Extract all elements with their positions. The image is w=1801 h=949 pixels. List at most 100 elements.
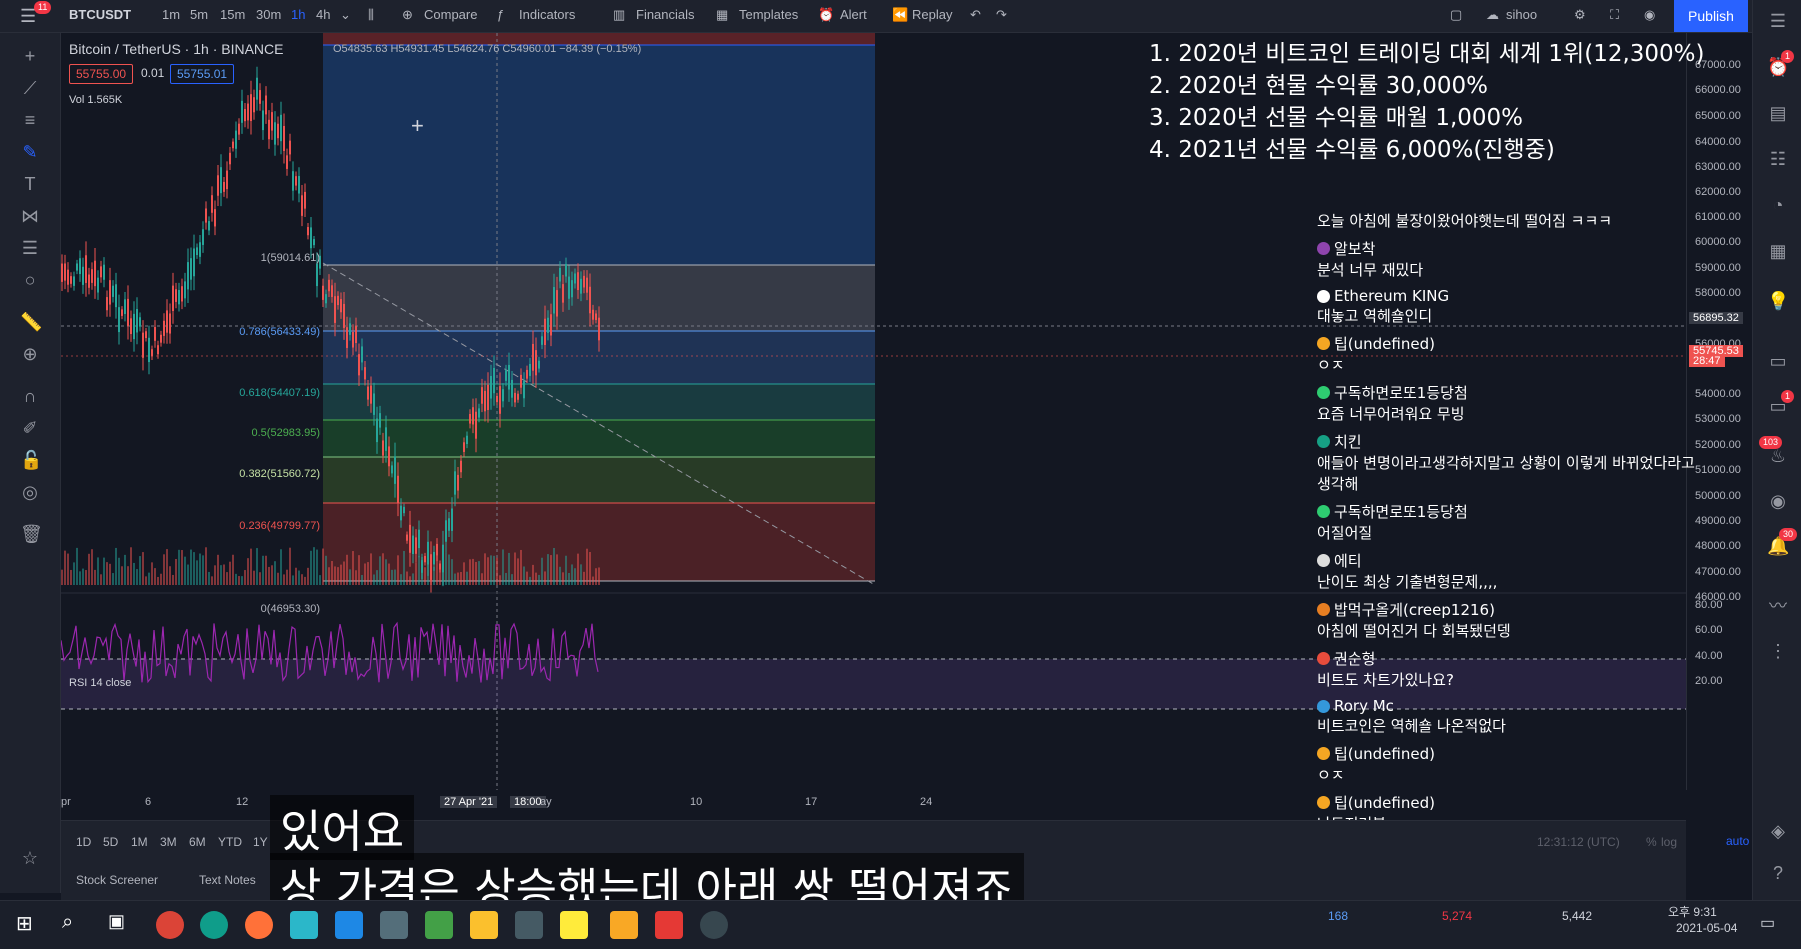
- compare-button[interactable]: Compare: [424, 7, 477, 22]
- circle-icon[interactable]: ○: [20, 270, 40, 290]
- interval-5m[interactable]: 5m: [190, 7, 208, 22]
- chart-style-icon[interactable]: ⫼: [368, 7, 374, 23]
- data-window-icon[interactable]: ▤: [1767, 102, 1789, 124]
- app-icon-7[interactable]: [655, 911, 683, 939]
- interval-1h[interactable]: 1h: [291, 7, 305, 22]
- nodes-icon[interactable]: ⋮: [1767, 640, 1789, 662]
- fib-icon[interactable]: ☰: [20, 238, 40, 258]
- interval-dropdown-icon[interactable]: ⌄: [340, 7, 351, 23]
- crosshair-icon[interactable]: +: [20, 46, 40, 66]
- sell-price-button[interactable]: 55755.00: [69, 64, 134, 84]
- templates-icon[interactable]: ▦: [716, 7, 728, 23]
- tab-text-notes[interactable]: Text Notes: [199, 873, 256, 887]
- financials-button[interactable]: Financials: [636, 7, 695, 22]
- alert-button[interactable]: Alert: [840, 7, 867, 22]
- watchlist-icon[interactable]: ☰: [1767, 10, 1789, 32]
- interval-4h[interactable]: 4h: [316, 7, 330, 22]
- camera-icon[interactable]: ◉: [1644, 7, 1655, 23]
- range-6m[interactable]: 6M: [189, 835, 206, 849]
- horizontal-lines-icon[interactable]: ≡: [20, 110, 40, 130]
- trash-icon[interactable]: 🗑: [20, 524, 43, 544]
- cloud-icon[interactable]: ☁: [1486, 7, 1499, 23]
- chat-username[interactable]: 구독하면로또1등당첨: [1317, 382, 1697, 403]
- auto-toggle[interactable]: auto: [1726, 834, 1749, 848]
- chat-username[interactable]: Rory Mc: [1317, 697, 1697, 715]
- chat-username[interactable]: Ethereum KING: [1317, 287, 1697, 305]
- symbol-legend[interactable]: Bitcoin / TetherUS · 1h · BINANCE: [69, 41, 283, 57]
- edge-icon[interactable]: [200, 911, 228, 939]
- templates-button[interactable]: Templates: [739, 7, 798, 22]
- interval-15m[interactable]: 15m: [220, 7, 245, 22]
- chat-username[interactable]: 팁(undefined): [1317, 333, 1697, 354]
- search-icon[interactable]: ⌕: [62, 911, 90, 939]
- layout-name[interactable]: sihoo: [1506, 7, 1537, 22]
- ruler-icon[interactable]: 📏: [20, 312, 42, 332]
- tab-stock-screener[interactable]: Stock Screener: [76, 873, 158, 887]
- range-ytd[interactable]: YTD: [218, 835, 242, 849]
- star-icon[interactable]: ☆: [20, 848, 40, 868]
- chat-username[interactable]: 치킨: [1317, 431, 1697, 452]
- file-explorer-icon[interactable]: [470, 911, 498, 939]
- utc-clock[interactable]: 12:31:12 (UTC): [1537, 835, 1620, 849]
- chat-username[interactable]: 알보착: [1317, 238, 1697, 259]
- chrome-icon[interactable]: [156, 911, 184, 939]
- app-icon-2[interactable]: [335, 911, 363, 939]
- magnet-icon[interactable]: ∩: [20, 386, 40, 406]
- windows-start-icon[interactable]: ⊞: [16, 911, 44, 939]
- help-icon[interactable]: ?: [1767, 862, 1789, 884]
- chat-username[interactable]: 권순형: [1317, 648, 1697, 669]
- app-icon-8[interactable]: [700, 911, 728, 939]
- chat-username[interactable]: 밥먹구올게(creep1216): [1317, 599, 1697, 620]
- log-toggle[interactable]: log: [1661, 835, 1677, 849]
- broadcast-icon[interactable]: ◉: [1767, 490, 1789, 512]
- lock-icon[interactable]: 🔓: [20, 450, 42, 470]
- text-icon[interactable]: T: [20, 174, 40, 194]
- layout-icon[interactable]: ▢: [1450, 7, 1462, 23]
- publish-button[interactable]: Publish: [1674, 0, 1748, 32]
- replay-button[interactable]: Replay: [912, 7, 952, 22]
- grid-icon[interactable]: ▦: [1767, 240, 1789, 262]
- chat-username[interactable]: 팁(undefined): [1317, 792, 1697, 813]
- zoom-icon[interactable]: ⊕: [20, 344, 40, 364]
- fullscreen-icon[interactable]: ⛶: [1610, 7, 1619, 23]
- indicators-button[interactable]: Indicators: [519, 7, 575, 22]
- trendline-icon[interactable]: ⟋: [20, 78, 40, 98]
- pattern-icon[interactable]: ⋈: [20, 206, 40, 226]
- range-5d[interactable]: 5D: [103, 835, 118, 849]
- alert-icon[interactable]: ⏰: [818, 7, 834, 23]
- ideas-icon[interactable]: 💡: [1767, 290, 1789, 312]
- brush-icon[interactable]: ✎: [20, 142, 40, 162]
- compare-icon[interactable]: ⊕: [402, 7, 413, 23]
- kakaotalk-icon[interactable]: [560, 911, 588, 939]
- app-icon-5[interactable]: [515, 911, 543, 939]
- trend-icon[interactable]: 〰: [1767, 595, 1789, 617]
- app-icon-6[interactable]: [610, 911, 638, 939]
- range-1y[interactable]: 1Y: [253, 835, 268, 849]
- indicators-icon[interactable]: ƒ: [497, 7, 504, 22]
- settings-icon[interactable]: ⚙: [1574, 7, 1586, 23]
- task-view-icon[interactable]: ▣: [108, 911, 136, 939]
- percent-toggle[interactable]: %: [1646, 835, 1657, 849]
- pencil-lock-icon[interactable]: ✐: [20, 418, 40, 438]
- firefox-icon[interactable]: [245, 911, 273, 939]
- financials-icon[interactable]: ▥: [613, 7, 625, 23]
- app-icon-3[interactable]: [380, 911, 408, 939]
- notification-center-icon[interactable]: ▭: [1760, 913, 1775, 933]
- interval-30m[interactable]: 30m: [256, 7, 281, 22]
- app-icon-1[interactable]: [290, 911, 318, 939]
- range-3m[interactable]: 3M: [160, 835, 177, 849]
- layers-icon[interactable]: ◈: [1767, 820, 1789, 842]
- chat-username[interactable]: 구독하면로또1등당첨: [1317, 501, 1697, 522]
- range-1d[interactable]: 1D: [76, 835, 91, 849]
- replay-icon[interactable]: ⏪: [892, 7, 908, 23]
- redo-icon[interactable]: ↷: [996, 7, 1007, 23]
- chat-username[interactable]: 에티: [1317, 550, 1697, 571]
- range-1m[interactable]: 1M: [131, 835, 148, 849]
- symbol-search[interactable]: BTCUSDT: [69, 7, 131, 22]
- buy-price-button[interactable]: 55755.01: [170, 64, 235, 84]
- eye-icon[interactable]: ◎: [20, 482, 40, 502]
- undo-icon[interactable]: ↶: [970, 7, 981, 23]
- chat-icon[interactable]: ▭: [1767, 350, 1789, 372]
- app-icon-4[interactable]: [425, 911, 453, 939]
- interval-1m[interactable]: 1m: [162, 7, 180, 22]
